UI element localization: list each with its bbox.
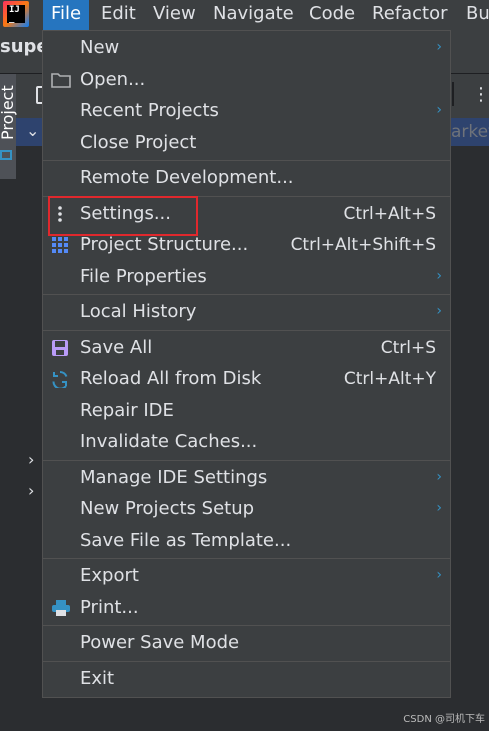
menu-item-save-file-as-template[interactable]: Save File as Template... — [43, 526, 450, 556]
menu-item-label: Remote Development... — [80, 167, 294, 188]
menu-item-close-project[interactable]: Close Project — [43, 128, 450, 158]
menu-item-label: Save All — [80, 336, 153, 358]
menu-item-shortcut: Ctrl+S — [380, 337, 436, 358]
menu-item-label: Invalidate Caches... — [80, 431, 258, 452]
menu-item-new-projects-setup[interactable]: New Projects Setup › — [43, 494, 450, 524]
menu-item-label: File Properties — [80, 265, 207, 287]
menu-item-label: New Projects Setup — [80, 498, 255, 519]
menu-edit[interactable]: Edit — [93, 0, 144, 30]
submenu-arrow-icon: › — [436, 303, 442, 319]
menu-item-label: New — [80, 37, 120, 58]
menu-item-label: Exit — [80, 667, 115, 689]
menu-item-label: Recent Projects — [80, 100, 219, 121]
submenu-arrow-icon: › — [436, 567, 442, 583]
project-tool-label[interactable]: Project — [0, 85, 17, 140]
menu-item-shortcut: Ctrl+Alt+S — [343, 203, 436, 224]
chevron-right-icon[interactable]: › — [28, 481, 34, 500]
menu-item-manage-ide-settings[interactable]: Manage IDE Settings › — [43, 463, 450, 493]
menu-item-label: Open... — [80, 68, 146, 90]
menu-view[interactable]: View — [145, 0, 204, 30]
tree-text: arket — [451, 122, 489, 142]
more-vertical-icon[interactable]: ⋮ — [472, 84, 489, 105]
menu-item-label: Save File as Template... — [80, 529, 292, 551]
menu-item-label: Local History — [80, 301, 197, 322]
menu-separator — [43, 660, 450, 662]
submenu-arrow-icon: › — [436, 267, 442, 284]
submenu-arrow-icon: › — [436, 500, 442, 516]
app-logo: IJ _ — [3, 1, 29, 27]
watermark: CSDN @司机下车 — [403, 714, 485, 725]
file-menu-dropdown: New › Open... Recent Projects › Close Project… — [42, 30, 451, 698]
grid-icon — [51, 236, 69, 254]
menu-item-file-properties[interactable]: File Properties › — [43, 262, 450, 292]
menu-item-print[interactable]: Print... — [43, 593, 450, 623]
menu-item-invalidate-caches[interactable]: Invalidate Caches... — [43, 427, 450, 457]
menu-item-label: Close Project — [80, 131, 197, 153]
menu-item-export[interactable]: Export › — [43, 561, 450, 591]
folder-icon — [51, 71, 71, 89]
menu-item-local-history[interactable]: Local History › — [43, 297, 450, 327]
menu-separator — [43, 160, 450, 161]
menu-item-recent-projects[interactable]: Recent Projects › — [43, 96, 450, 126]
menu-separator — [43, 459, 450, 461]
menu-item-label: Reload All from Disk — [80, 368, 262, 389]
menu-refactor[interactable]: Refactor — [364, 0, 456, 30]
chevron-right-icon[interactable]: › — [28, 450, 34, 469]
menu-item-remote-development[interactable]: Remote Development... — [43, 163, 450, 193]
menu-item-shortcut: Ctrl+Alt+Y — [343, 369, 436, 389]
submenu-arrow-icon: › — [436, 39, 442, 55]
highlight-box — [48, 196, 198, 236]
menu-item-save-all[interactable]: Save All Ctrl+S — [43, 333, 450, 363]
reload-icon — [51, 370, 69, 390]
menu-bu[interactable]: Bu — [458, 0, 489, 30]
ide-window: supe ⌄ › › ⋮ arket Project IJ_ FileEditV… — [0, 0, 489, 731]
menu-file[interactable]: File — [43, 0, 90, 30]
menu-item-label: Print... — [80, 596, 139, 618]
menu-item-label: Manage IDE Settings — [80, 466, 268, 488]
toolbar-divider — [452, 82, 454, 106]
menu-navigate[interactable]: Navigate — [205, 0, 302, 30]
menu-item-new[interactable]: New › — [43, 33, 450, 63]
menu-item-label: Repair IDE — [80, 399, 174, 421]
menu-item-shortcut: Ctrl+Alt+Shift+S — [290, 235, 436, 255]
menu-item-label: Export — [80, 565, 139, 586]
menu-item-exit[interactable]: Exit — [43, 664, 450, 694]
menu-item-reload-all-from-disk[interactable]: Reload All from Disk Ctrl+Alt+Y — [43, 364, 450, 394]
save-icon — [51, 339, 69, 357]
menu-separator — [43, 625, 450, 626]
submenu-arrow-icon: › — [436, 468, 442, 485]
menu-separator — [43, 294, 450, 295]
menu-item-repair-ide[interactable]: Repair IDE — [43, 396, 450, 426]
chevron-down-icon[interactable]: ⌄ — [26, 121, 39, 140]
menu-separator — [43, 329, 450, 331]
menu-item-label: Power Save Mode — [80, 632, 240, 653]
menu-code[interactable]: Code — [301, 0, 363, 30]
menu-bar: IJ _ File Edit View Navigate Code Refactor Bu — [0, 0, 489, 30]
menu-item-power-save-mode[interactable]: Power Save Mode — [43, 628, 450, 658]
menu-separator — [43, 558, 450, 559]
project-folder-icon[interactable] — [0, 150, 12, 160]
menu-item-open[interactable]: Open... — [43, 65, 450, 95]
print-icon — [51, 599, 70, 617]
submenu-arrow-icon: › — [436, 102, 442, 118]
